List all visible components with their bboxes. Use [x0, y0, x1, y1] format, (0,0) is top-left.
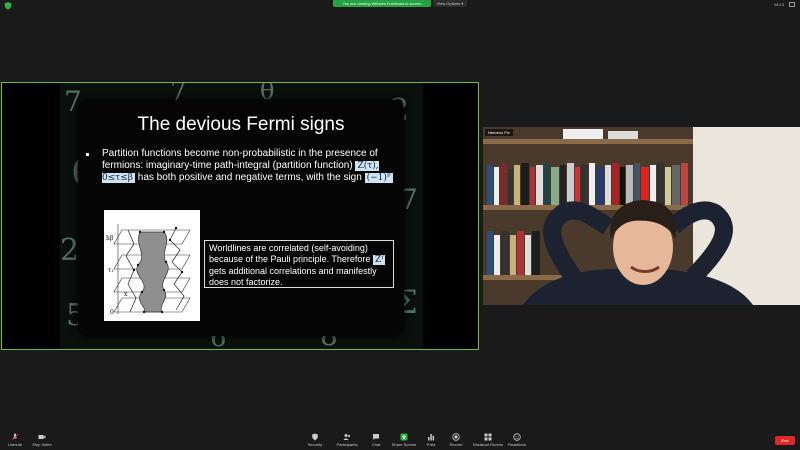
sign-formula: (−1)ᴾ [364, 173, 393, 183]
share-screen-label: Share Screen [391, 442, 417, 447]
fermion-partition-formula: Zᶠ [372, 255, 386, 265]
fullscreen-icon[interactable] [789, 2, 795, 7]
view-options-label: View Options [436, 1, 461, 6]
chat-icon [373, 434, 379, 440]
view-options-button[interactable]: View Options ▾ [433, 0, 467, 7]
clock: 08:13 [773, 2, 784, 7]
participants-label: Participants [336, 442, 358, 447]
polls-icon [428, 434, 435, 441]
chat-button[interactable]: Chat [368, 433, 384, 447]
worldlines-note: Worldlines are correlated (self-avoiding… [204, 240, 394, 288]
bullet-text-part2: has both positive and negative terms, wi… [137, 172, 362, 183]
worldlines-figure: hβ τ₁ x 0 [104, 210, 200, 321]
slide-content: The devious Fermi signs Partition functi… [78, 100, 404, 336]
polls-label: Polls [426, 442, 436, 447]
worldlines-text-part1: Worldlines are correlated (self-avoiding… [209, 243, 371, 264]
participants-icon [343, 434, 351, 440]
shared-screen: 7 θ 2 5 7 θ 2 7 Σ 6 8 The devious Fermi … [1, 82, 479, 350]
breakout-rooms-button[interactable]: Breakout Rooms [471, 433, 505, 447]
polls-button[interactable]: Polls [423, 433, 439, 447]
bullet-text: Partition functions become non-probabili… [86, 148, 398, 184]
participant-video[interactable]: Nemeno Pic [483, 127, 800, 305]
breakout-rooms-label: Breakout Rooms [473, 442, 503, 447]
breakout-rooms-icon [484, 433, 492, 441]
participants-button[interactable]: Participants [333, 433, 361, 447]
shield-icon [312, 433, 318, 441]
end-meeting-button[interactable]: End [775, 436, 795, 445]
slide-title: The devious Fermi signs [137, 114, 345, 135]
bullet-dot [86, 153, 89, 156]
record-icon [452, 433, 460, 441]
record-label: Record [449, 442, 463, 447]
participant-name-tag: Nemeno Pic [485, 129, 513, 136]
record-button[interactable]: Record [446, 433, 466, 447]
figure-label-tau: τ₁ [108, 267, 114, 274]
bullet-text-part1: Partition functions become non-probabili… [102, 148, 378, 171]
chat-label: Chat [371, 442, 381, 447]
worldlines-text-part2: gets additional correlations and manifes… [209, 266, 377, 287]
share-screen-icon [400, 433, 408, 441]
reactions-icon [513, 433, 521, 441]
top-right-controls: 08:13 [774, 2, 795, 7]
figure-label-zero: 0 [110, 309, 114, 316]
security-button[interactable]: Security [303, 433, 327, 447]
unmute-label: Unmute [7, 442, 22, 447]
presentation-slide: 7 θ 2 5 7 θ 2 7 Σ 6 8 The devious Fermi … [60, 83, 423, 349]
reactions-button[interactable]: Reactions [506, 433, 528, 447]
bullet-partition-functions: Partition functions become non-probabili… [86, 148, 398, 184]
video-camera-icon [38, 435, 46, 439]
chevron-down-icon: ▾ [461, 1, 464, 6]
meeting-toolbar: Unmute Stop Video Security Participants … [0, 431, 800, 450]
stop-video-label: Stop Video [32, 442, 52, 447]
figure-label-hbeta: hβ [106, 235, 114, 242]
security-shield-icon [4, 2, 12, 10]
microphone-muted-icon [11, 433, 19, 441]
reactions-label: Reactions [508, 442, 526, 447]
unmute-button[interactable]: Unmute [6, 433, 24, 447]
stop-video-button[interactable]: Stop Video [30, 433, 54, 447]
viewing-banner: You are viewing Wilhelm Fuellmann's scre… [333, 0, 431, 7]
participant-video-frame [483, 127, 800, 305]
worldlines-diagram: hβ τ₁ x 0 [106, 224, 191, 316]
decorative-symbol: 2 [60, 233, 80, 268]
share-screen-button[interactable]: Share Screen [390, 433, 418, 447]
security-label: Security [307, 442, 323, 447]
